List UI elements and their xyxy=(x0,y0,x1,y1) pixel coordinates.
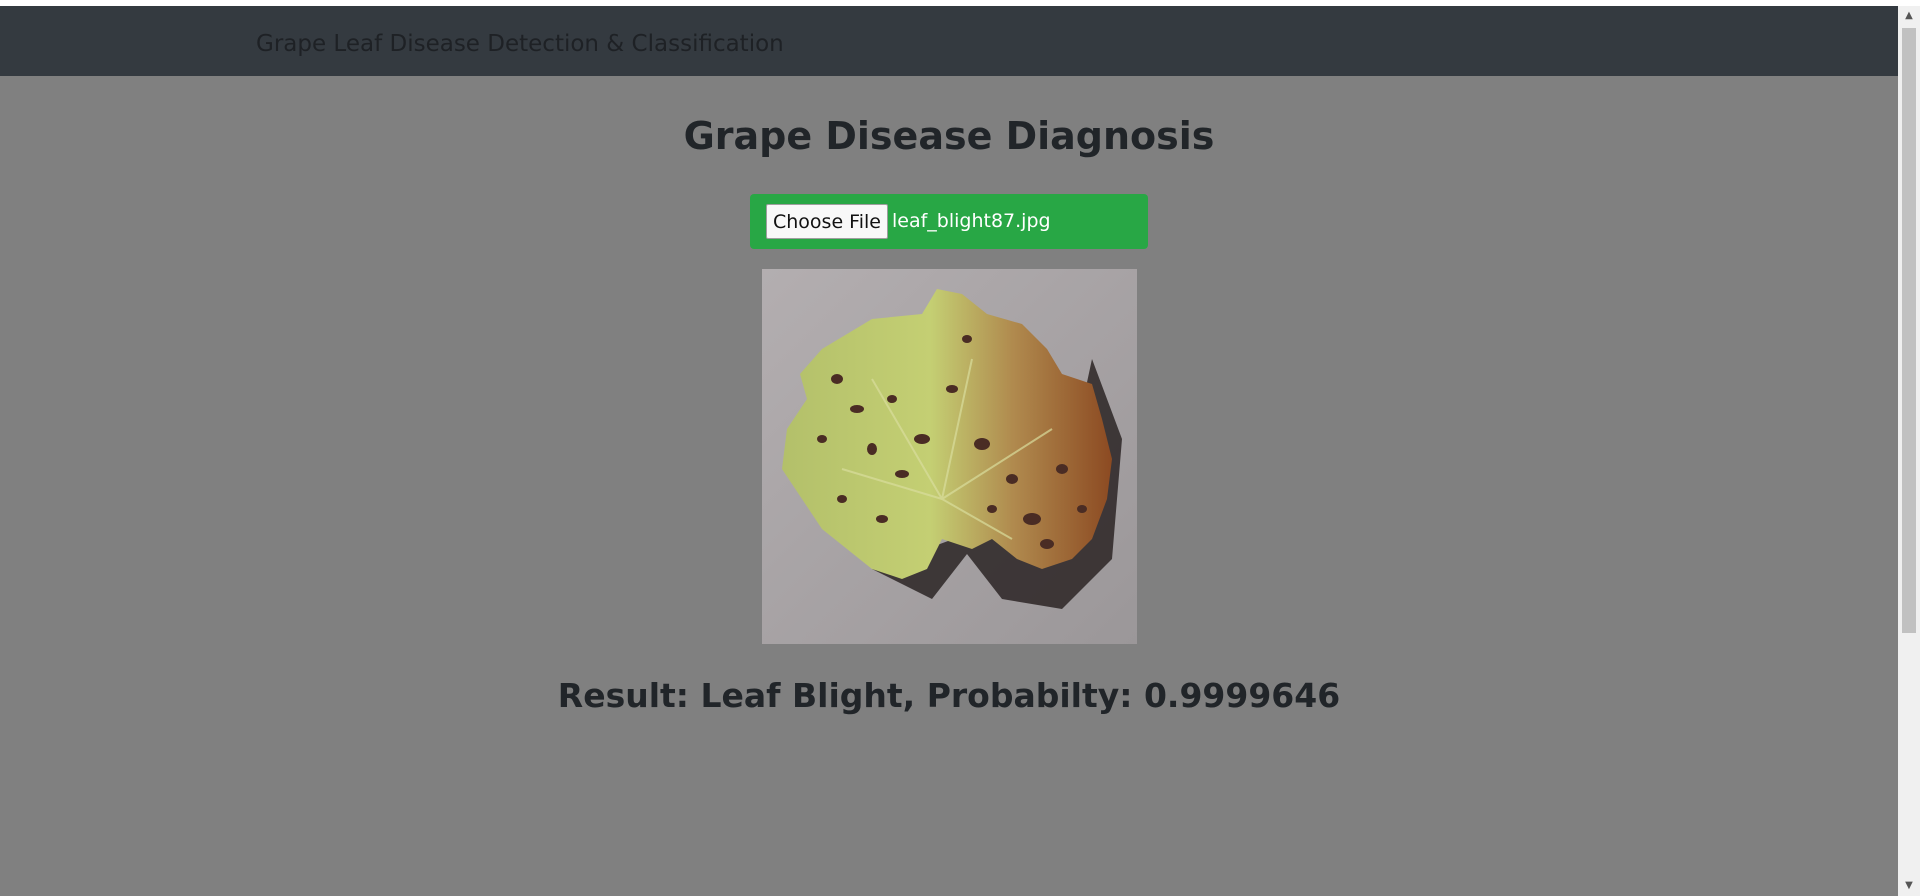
scrollbar-thumb[interactable] xyxy=(1902,28,1916,633)
vertical-scrollbar[interactable]: ▲ ▼ xyxy=(1898,6,1920,896)
page-title: Grape Disease Diagnosis xyxy=(683,114,1215,158)
navbar-brand-link[interactable]: Grape Leaf Disease Detection & Classific… xyxy=(256,29,784,59)
main-content: Grape Disease Diagnosis Choose File leaf… xyxy=(0,76,1898,896)
scroll-down-arrow-icon[interactable]: ▼ xyxy=(1898,876,1920,896)
selected-file-name: leaf_blight87.jpg xyxy=(892,210,1051,232)
uploaded-leaf-image xyxy=(762,269,1137,644)
top-navbar: Grape Leaf Disease Detection & Classific… xyxy=(0,6,1898,76)
prediction-result: Result: Leaf Blight, Probabilty: 0.99996… xyxy=(557,676,1341,715)
choose-file-button[interactable]: Choose File xyxy=(766,204,888,239)
scroll-up-arrow-icon[interactable]: ▲ xyxy=(1898,6,1920,26)
leaf-image-graphic xyxy=(762,269,1137,644)
file-upload-box: Choose File leaf_blight87.jpg xyxy=(750,194,1148,249)
